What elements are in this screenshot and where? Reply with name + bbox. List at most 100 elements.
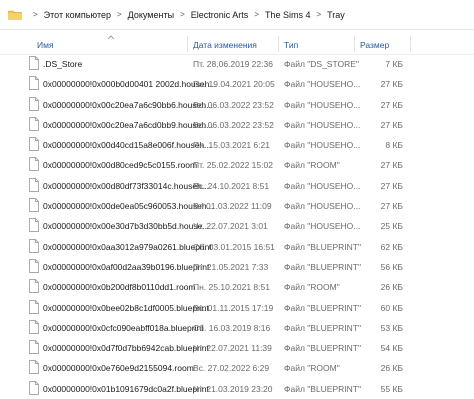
file-name: 0x00000000!0x0bee02b8c1df0005.blueprint — [43, 302, 209, 313]
file-type: Файл "BLUEPRINT" — [284, 302, 361, 313]
file-size: 53 КБ — [380, 322, 403, 333]
file-name: 0x00000000!0x0aa3012a979a0261.blueprint — [43, 241, 212, 252]
file-icon — [29, 299, 39, 314]
file-row[interactable]: 0x00000000!0x0bee02b8c1df0005.blueprint В… — [0, 298, 474, 318]
column-header-type[interactable]: Тип — [284, 40, 298, 50]
chevron-up-icon — [107, 35, 115, 40]
file-size: 25 КБ — [380, 221, 403, 232]
file-date-modified: Пн. 15.03.2021 6:21 — [193, 140, 270, 151]
folder-icon — [8, 10, 22, 20]
file-row[interactable]: 0x00000000!0x0cfc090eabff018a.blueprint С… — [0, 318, 474, 338]
file-icon — [29, 320, 39, 334]
file-icon — [29, 157, 39, 172]
file-list: .DS_Store Пт. 28.06.2019 22:36 Файл "DS_ST… — [0, 54, 474, 399]
file-name: 0x00000000!0x00c20ea7a6cd0bb9.househ... — [43, 119, 214, 130]
file-row[interactable]: 0x00000000!0x0b200df8b0110dd1.room Пн. 25… — [0, 277, 474, 297]
file-date-modified: Вс. 06.03.2022 23:52 — [193, 99, 274, 110]
file-icon — [29, 117, 39, 131]
file-row[interactable]: 0x00000000!0x00de0ea05c960053.househ... В… — [0, 196, 474, 216]
file-row[interactable]: 0x00000000!0x00c20ea7a6cd0bb9.househ... В… — [0, 115, 474, 135]
file-icon — [29, 279, 39, 294]
file-row[interactable]: 0x00000000!0x00c20ea7a6c90bb6.househ... В… — [0, 95, 474, 115]
file-row[interactable]: 0x00000000!0x000b0d00401 2002d.househ...… — [0, 74, 474, 94]
breadcrumb-separator: > — [116, 10, 122, 19]
file-icon — [29, 137, 39, 152]
file-type: Файл "HOUSEHO... — [284, 99, 361, 110]
column-header-name[interactable]: Имя — [37, 40, 54, 50]
breadcrumb: > Этот компьютер > Документы > Electroni… — [0, 0, 474, 30]
file-name: 0x00000000!0x0af00d2aa39b0196.blueprint — [43, 261, 210, 272]
breadcrumb-separator: > — [254, 10, 259, 19]
file-type: Файл "BLUEPRINT" — [284, 383, 361, 394]
file-type: Файл "ROOM" — [284, 160, 340, 171]
file-type: Файл "HOUSEHO... — [284, 221, 361, 232]
column-divider[interactable] — [354, 36, 355, 52]
file-name: 0x00000000!0x0d7f0d7bb6942cab.blueprint — [43, 343, 209, 354]
file-icon — [29, 76, 39, 91]
file-date-modified: Вт. 01.03.2022 11:09 — [193, 201, 272, 212]
file-size: 27 КБ — [380, 201, 403, 212]
file-type: Файл "ROOM" — [284, 363, 340, 374]
file-row[interactable]: 0x00000000!0x00d80df73f33014c.househ... В… — [0, 176, 474, 196]
column-header-size[interactable]: Размер — [360, 40, 389, 50]
file-size: 8 КБ — [385, 140, 403, 151]
file-type: Файл "HOUSEHO... — [284, 201, 361, 212]
column-divider[interactable] — [187, 36, 188, 52]
breadcrumb-item-electronic-arts[interactable]: Electronic Arts — [191, 10, 249, 20]
file-type: Файл "HOUSEHO... — [284, 140, 361, 151]
file-name: 0x00000000!0x00d40cd15a8e006f.househ... — [43, 140, 212, 151]
file-date-modified: Вс. 06.03.2022 23:52 — [193, 119, 274, 130]
file-size: 27 КБ — [380, 99, 403, 110]
file-size: 56 КБ — [380, 261, 403, 272]
file-type: Файл "ROOM" — [284, 282, 340, 293]
column-header-date[interactable]: Дата изменения — [193, 40, 257, 50]
file-type: Файл "HOUSEHO... — [284, 180, 361, 191]
file-name: 0x00000000!0x00c20ea7a6c90bb6.househ... — [43, 99, 214, 110]
file-size: 27 КБ — [380, 79, 403, 90]
file-type: Файл "HOUSEHO... — [284, 79, 361, 90]
file-size: 27 КБ — [380, 160, 403, 171]
file-name: 0x00000000!0x00d80df73f33014c.househ... — [43, 180, 209, 191]
breadcrumb-item-tray[interactable]: Tray — [327, 10, 345, 20]
file-row[interactable]: 0x00000000!0x0e760e9d2155094.room Вс. 27.… — [0, 358, 474, 378]
file-type: Файл "BLUEPRINT" — [284, 322, 361, 333]
column-divider[interactable] — [410, 36, 411, 52]
file-size: 62 КБ — [380, 241, 403, 252]
file-type: Файл "BLUEPRINT" — [284, 261, 361, 272]
file-type: Файл "HOUSEHO... — [284, 119, 361, 130]
file-size: 26 КБ — [380, 363, 403, 374]
breadcrumb-item-the-sims-4[interactable]: The Sims 4 — [265, 10, 311, 20]
file-icon — [29, 360, 39, 375]
file-size: 60 КБ — [380, 302, 403, 313]
file-row[interactable]: 0x00000000!0x00d40cd15a8e006f.househ... П… — [0, 135, 474, 155]
file-date-modified: Чт. 22.07.2021 11:39 — [193, 343, 272, 354]
file-name: 0x00000000!0x000b0d00401 2002d.househ... — [43, 79, 217, 90]
file-type: Файл "BLUEPRINT" — [284, 343, 361, 354]
file-icon — [29, 56, 39, 70]
file-date-modified: Пн. 25.10.2021 8:51 — [193, 282, 270, 293]
breadcrumb-separator: > — [33, 10, 38, 19]
file-name: 0x00000000!0x00de0ea05c960053.househ... — [43, 201, 214, 212]
file-date-modified: Сб. 16.03.2019 8:16 — [193, 322, 271, 333]
file-size: 27 КБ — [380, 180, 403, 191]
file-icon — [29, 340, 39, 355]
file-row[interactable]: 0x00000000!0x0d7f0d7bb6942cab.blueprint Ч… — [0, 338, 474, 358]
breadcrumb-item-documents[interactable]: Документы — [128, 10, 174, 20]
file-row[interactable]: 0x00000000!0x0aa3012a979a0261.blueprint С… — [0, 237, 474, 257]
file-date-modified: Пт. 25.02.2022 15:02 — [193, 160, 273, 171]
file-name: 0x00000000!0x0b200df8b0110dd1.room — [43, 282, 196, 293]
file-row[interactable]: 0x00000000!0x00d80ced9c5c0155.room Пт. 25… — [0, 155, 474, 175]
file-name: 0x00000000!0x00e30d7b3d30bb5d.house... — [43, 221, 210, 232]
file-row[interactable]: 0x00000000!0x0af00d2aa39b0196.blueprint П… — [0, 257, 474, 277]
file-name: .DS_Store — [43, 59, 83, 69]
file-size: 26 КБ — [380, 282, 403, 293]
file-row[interactable]: 0x00000000!0x01b1091679dc0a2f.blueprint Ч… — [0, 379, 474, 399]
breadcrumb-item-computer[interactable]: Этот компьютер — [44, 10, 111, 20]
file-name: 0x00000000!0x0cfc090eabff018a.blueprint — [43, 322, 204, 333]
file-size: 55 КБ — [380, 383, 403, 394]
file-row[interactable]: .DS_Store Пт. 28.06.2019 22:36 Файл "DS_ST… — [0, 54, 474, 74]
column-header-row: Имя Дата изменения Тип Размер — [0, 34, 474, 55]
column-divider[interactable] — [278, 36, 279, 52]
file-row[interactable]: 0x00000000!0x00e30d7b3d30bb5d.house... Чт… — [0, 216, 474, 236]
file-date-modified: Вс. 27.02.2022 6:29 — [193, 363, 270, 374]
